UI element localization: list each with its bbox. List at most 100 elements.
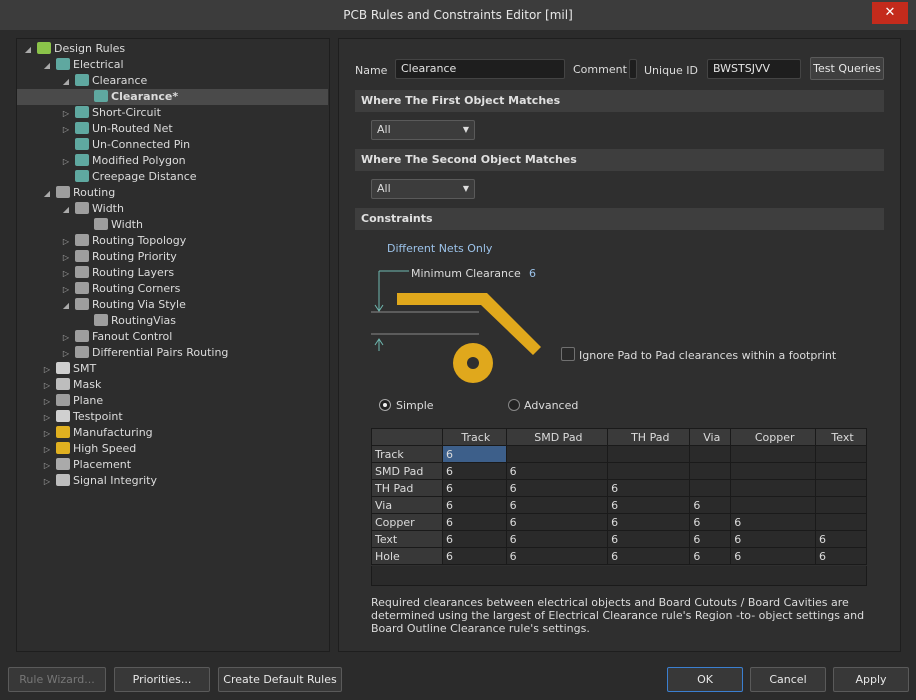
matrix-cell[interactable]: [607, 445, 691, 463]
tree-item[interactable]: ▷ Routing Topology: [61, 233, 186, 249]
expand-arrow-icon[interactable]: ▷: [61, 106, 71, 122]
tree-item[interactable]: ▷ Differential Pairs Routing: [61, 345, 228, 361]
matrix-cell[interactable]: [815, 513, 867, 531]
tree-item[interactable]: Creepage Distance: [61, 169, 197, 185]
rule-wizard-button[interactable]: Rule Wizard...: [8, 667, 106, 692]
matrix-cell[interactable]: 6: [730, 547, 817, 565]
apply-button[interactable]: Apply: [833, 667, 909, 692]
matrix-cell[interactable]: 6: [607, 513, 691, 531]
matrix-cell[interactable]: [815, 462, 867, 480]
expand-arrow-icon[interactable]: ▷: [61, 234, 71, 250]
expand-arrow-icon[interactable]: ▷: [61, 154, 71, 170]
expand-arrow-icon[interactable]: ▷: [42, 426, 52, 442]
matrix-cell[interactable]: 6: [815, 530, 867, 548]
matrix-cell[interactable]: 6: [442, 513, 507, 531]
tree-item[interactable]: ▷ Routing Layers: [61, 265, 174, 281]
matrix-cell[interactable]: 6: [442, 530, 507, 548]
expand-arrow-icon[interactable]: ◢: [61, 202, 71, 218]
expand-arrow-icon[interactable]: ▷: [61, 250, 71, 266]
matrix-cell[interactable]: 6: [442, 462, 507, 480]
tree-item[interactable]: ▷ Mask: [42, 377, 101, 393]
tree-item[interactable]: Width: [80, 217, 143, 233]
first-object-select[interactable]: All ▼: [371, 120, 475, 140]
net-scope-select[interactable]: Different Nets Only: [387, 242, 492, 255]
rules-tree[interactable]: ◢ Design Rules ◢ Electrical ◢ Clearance Cleara…: [16, 38, 330, 652]
tree-item[interactable]: ▷ SMT: [42, 361, 96, 377]
close-button[interactable]: ✕: [872, 2, 908, 24]
tree-item[interactable]: ▷ Placement: [42, 457, 131, 473]
expand-arrow-icon[interactable]: ▷: [42, 442, 52, 458]
expand-arrow-icon[interactable]: ◢: [42, 58, 52, 74]
expand-arrow-icon[interactable]: ▷: [61, 330, 71, 346]
matrix-cell[interactable]: 6: [505, 530, 609, 548]
expand-arrow-icon[interactable]: ◢: [61, 74, 71, 90]
tree-item[interactable]: ◢ Width: [61, 201, 124, 217]
priorities-button[interactable]: Priorities...: [114, 667, 210, 692]
matrix-cell[interactable]: 6: [730, 513, 817, 531]
matrix-cell[interactable]: [815, 445, 867, 463]
create-default-rules-button[interactable]: Create Default Rules: [218, 667, 342, 692]
cancel-button[interactable]: Cancel: [750, 667, 826, 692]
expand-arrow-icon[interactable]: ▷: [42, 362, 52, 378]
expand-arrow-icon[interactable]: ◢: [61, 298, 71, 314]
matrix-cell[interactable]: 6: [607, 479, 691, 497]
matrix-cell[interactable]: 6: [505, 496, 609, 514]
test-queries-button[interactable]: Test Queries: [810, 57, 884, 80]
matrix-cell[interactable]: [689, 445, 732, 463]
comment-field[interactable]: [629, 59, 637, 79]
tree-item[interactable]: ▷ Testpoint: [42, 409, 123, 425]
expand-arrow-icon[interactable]: ▷: [61, 122, 71, 138]
matrix-cell[interactable]: 6: [442, 496, 507, 514]
matrix-cell[interactable]: 6: [607, 547, 691, 565]
matrix-cell[interactable]: 6: [815, 547, 867, 565]
matrix-cell[interactable]: 6: [689, 496, 732, 514]
expand-arrow-icon[interactable]: ▷: [42, 458, 52, 474]
tree-item[interactable]: Un-Connected Pin: [61, 137, 190, 153]
tree-item[interactable]: ▷ Routing Priority: [61, 249, 177, 265]
matrix-cell[interactable]: 6: [730, 530, 817, 548]
matrix-cell[interactable]: [815, 479, 867, 497]
tree-item[interactable]: ◢ Routing Via Style: [61, 297, 186, 313]
tree-item[interactable]: ▷ Signal Integrity: [42, 473, 157, 489]
name-field[interactable]: Clearance: [395, 59, 565, 79]
expand-arrow-icon[interactable]: ▷: [42, 410, 52, 426]
ignore-pad-checkbox[interactable]: [561, 347, 575, 361]
matrix-cell[interactable]: 6: [607, 496, 691, 514]
tree-item[interactable]: ▷ Fanout Control: [61, 329, 172, 345]
tree-item[interactable]: ◢ Design Rules: [23, 41, 125, 57]
matrix-cell[interactable]: 6: [505, 479, 609, 497]
matrix-cell[interactable]: [730, 462, 817, 480]
tree-item[interactable]: ▷ Un-Routed Net: [61, 121, 173, 137]
tree-item[interactable]: ▷ Short-Circuit: [61, 105, 161, 121]
unique-id-field[interactable]: BWSTSJVV: [707, 59, 801, 79]
expand-arrow-icon[interactable]: ▷: [42, 474, 52, 490]
advanced-radio[interactable]: [508, 399, 520, 411]
expand-arrow-icon[interactable]: ▷: [42, 378, 52, 394]
expand-arrow-icon[interactable]: ◢: [42, 186, 52, 202]
matrix-cell[interactable]: [815, 496, 867, 514]
tree-item[interactable]: ◢ Electrical: [42, 57, 124, 73]
expand-arrow-icon[interactable]: ▷: [61, 266, 71, 282]
tree-item[interactable]: ▷ Routing Corners: [61, 281, 180, 297]
tree-item[interactable]: Clearance*: [17, 89, 328, 105]
matrix-cell[interactable]: 6: [607, 530, 691, 548]
expand-arrow-icon[interactable]: ▷: [61, 346, 71, 362]
second-object-select[interactable]: All ▼: [371, 179, 475, 199]
matrix-cell[interactable]: 6: [505, 513, 609, 531]
matrix-cell[interactable]: [730, 496, 817, 514]
matrix-cell[interactable]: 6: [442, 547, 507, 565]
matrix-cell[interactable]: 6: [689, 530, 732, 548]
matrix-cell[interactable]: 6: [505, 547, 609, 565]
tree-item[interactable]: ▷ Modified Polygon: [61, 153, 186, 169]
matrix-cell[interactable]: [505, 445, 609, 463]
matrix-cell[interactable]: [689, 462, 732, 480]
matrix-cell[interactable]: 6: [689, 547, 732, 565]
tree-item[interactable]: ▷ High Speed: [42, 441, 136, 457]
expand-arrow-icon[interactable]: ▷: [61, 282, 71, 298]
matrix-cell[interactable]: 6: [689, 513, 732, 531]
matrix-cell[interactable]: 6: [442, 479, 507, 497]
tree-item[interactable]: ◢ Routing: [42, 185, 115, 201]
tree-item[interactable]: ▷ Plane: [42, 393, 103, 409]
tree-item[interactable]: RoutingVias: [80, 313, 176, 329]
matrix-cell[interactable]: 6: [442, 445, 507, 463]
